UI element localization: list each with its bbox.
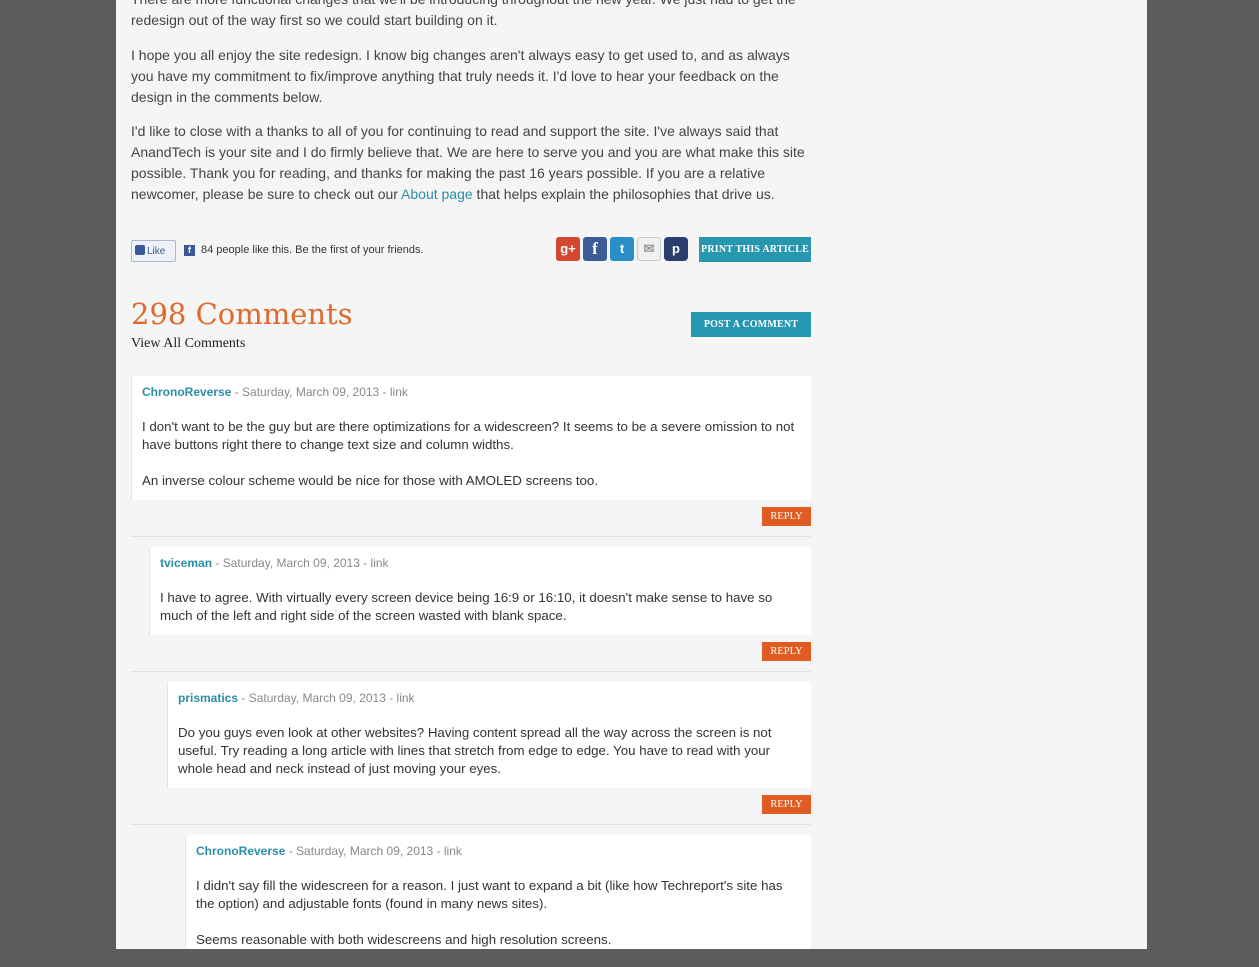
article-paragraph-closing: I'd like to close with a thanks to all o… — [131, 121, 811, 205]
about-page-link[interactable]: About page — [401, 186, 473, 202]
reply-button[interactable]: REPLY — [762, 507, 811, 526]
comment-author[interactable]: prismatics — [178, 691, 238, 705]
comments-count-title: 298 Comments — [131, 297, 353, 331]
comment: ChronoReverse - Saturday, March 09, 2013… — [185, 835, 811, 949]
pinterest-icon[interactable]: p — [664, 237, 688, 261]
thumbs-up-icon — [135, 245, 145, 255]
google-plus-icon[interactable]: g+ — [556, 237, 580, 261]
comment-text: I didn't say fill the widescreen for a r… — [196, 878, 783, 911]
facebook-like-button[interactable]: Like — [131, 240, 176, 262]
view-all-comments-link[interactable]: View All Comments — [131, 336, 245, 352]
comment-author[interactable]: ChronoReverse — [142, 385, 231, 399]
article-page: There are more functional changes that w… — [116, 0, 1147, 949]
comment-body: I don't want to be the guy but are there… — [142, 418, 804, 508]
comment: prismatics - Saturday, March 09, 2013 - … — [167, 682, 811, 788]
comment-body: Do you guys even look at other websites?… — [178, 724, 798, 796]
comment-meta: - Saturday, March 09, 2013 - link — [238, 691, 415, 705]
comment-meta: - Saturday, March 09, 2013 - link — [285, 844, 462, 858]
article-text: that helps explain the philosophies that… — [472, 186, 775, 202]
comment: tviceman - Saturday, March 09, 2013 - li… — [149, 547, 811, 635]
email-icon[interactable]: ✉ — [637, 237, 661, 261]
comment-meta: - Saturday, March 09, 2013 - link — [231, 385, 408, 399]
facebook-icon[interactable]: f — [583, 237, 607, 261]
like-count-text: 84 people like this. Be the first of you… — [201, 244, 424, 256]
comment-meta: - Saturday, March 09, 2013 - link — [212, 556, 389, 570]
comment-divider — [131, 671, 811, 672]
comment-header: prismatics - Saturday, March 09, 2013 - … — [178, 691, 415, 705]
post-comment-button[interactable]: POST A COMMENT — [691, 312, 811, 337]
reply-button[interactable]: REPLY — [762, 642, 811, 661]
comment-body: I didn't say fill the widescreen for a r… — [196, 877, 802, 967]
comment-divider — [131, 536, 811, 537]
comment-text: I have to agree. With virtually every sc… — [160, 590, 773, 623]
comment-text: An inverse colour scheme would be nice f… — [142, 473, 599, 488]
facebook-small-icon: f — [184, 245, 195, 256]
comment-author[interactable]: tviceman — [160, 556, 212, 570]
article-paragraph: There are more functional changes that w… — [131, 0, 796, 28]
comment-divider — [131, 824, 811, 825]
comment: ChronoReverse - Saturday, March 09, 2013… — [131, 376, 811, 500]
reply-button[interactable]: REPLY — [762, 795, 811, 814]
comment-text: Do you guys even look at other websites?… — [178, 725, 772, 776]
comment-header: ChronoReverse - Saturday, March 09, 2013… — [142, 385, 408, 399]
article-paragraph: I hope you all enjoy the site redesign. … — [131, 47, 790, 105]
print-article-button[interactable]: PRINT THIS ARTICLE — [699, 237, 811, 262]
comment-header: tviceman - Saturday, March 09, 2013 - li… — [160, 556, 389, 570]
like-label: Like — [147, 246, 166, 257]
comment-author[interactable]: ChronoReverse — [196, 844, 285, 858]
comment-header: ChronoReverse - Saturday, March 09, 2013… — [196, 844, 462, 858]
twitter-icon[interactable]: t — [610, 237, 634, 261]
comment-body: I have to agree. With virtually every sc… — [160, 589, 804, 643]
comment-text: Seems reasonable with both widescreens a… — [196, 932, 612, 947]
comment-text: I don't want to be the guy but are there… — [142, 419, 795, 452]
